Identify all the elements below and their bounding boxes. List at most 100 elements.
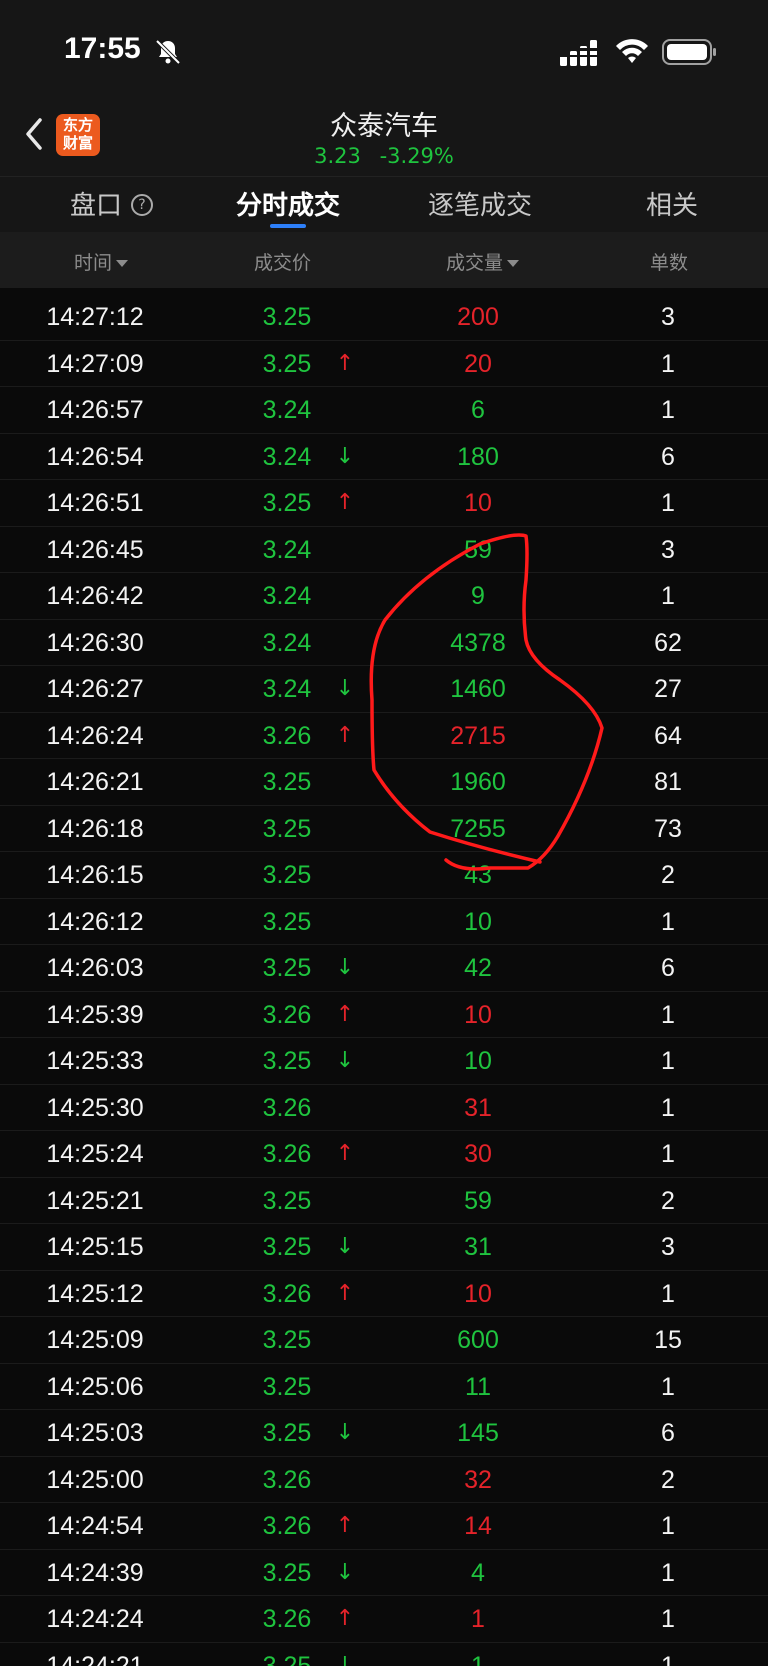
tab-time-sales[interactable]: 分时成交 — [236, 185, 340, 222]
trade-count: 1 — [661, 1000, 675, 1029]
trade-count: 2 — [661, 1465, 675, 1494]
trade-price: 3.26 — [262, 1140, 312, 1168]
trade-volume: 200 — [457, 303, 499, 331]
trade-row: 14:25:12 3.26 ↑ 10 1 — [0, 1271, 768, 1317]
trade-count: 1 — [661, 1047, 675, 1075]
trade-row: 14:25:15 3.25 ↓ 31 3 — [0, 1224, 768, 1271]
trade-row: 14:25:00 3.26 32 2 — [0, 1457, 768, 1503]
stock-header: 东方财富 众泰汽车 3.23 -3.29% — [0, 100, 768, 176]
column-header: 时间 成交价 成交量 单数 — [0, 232, 768, 288]
trade-volume: 31 — [464, 1233, 492, 1261]
trade-price: 3.25 — [262, 1651, 312, 1666]
trade-time: 14:26:42 — [46, 582, 144, 610]
up-arrow-icon: ↑ — [335, 350, 355, 376]
trade-list[interactable]: 14:27:12 3.25 200 3 14:27:09 3.25 ↑ 20 1 14:26:57… — [0, 294, 768, 1666]
trade-count: 1 — [661, 349, 675, 378]
battery-icon — [662, 39, 716, 65]
trade-row: 14:26:57 3.24 6 1 — [0, 387, 768, 434]
col-time-sort[interactable]: 时间 — [74, 248, 129, 275]
trade-row: 14:26:12 3.25 10 1 — [0, 899, 768, 945]
trade-price: 3.25 — [262, 1186, 312, 1215]
status-bar: 17:55 — [0, 0, 768, 100]
tab-related[interactable]: 相关 — [646, 185, 698, 222]
trade-count: 27 — [654, 675, 682, 703]
trade-row: 14:24:54 3.26 ↑ 14 1 — [0, 1503, 768, 1550]
trade-time: 14:25:12 — [46, 1279, 144, 1308]
trade-time: 14:25:15 — [46, 1233, 144, 1261]
trade-row: 14:27:09 3.25 ↑ 20 1 — [0, 341, 768, 387]
trade-time: 14:26:54 — [46, 442, 144, 471]
trade-price: 3.25 — [262, 349, 312, 378]
stock-price: 3.23 — [314, 144, 361, 168]
trade-volume: 10 — [464, 1279, 492, 1308]
trade-price: 3.26 — [262, 721, 312, 750]
trade-price: 3.24 — [262, 582, 312, 610]
trade-count: 64 — [654, 721, 682, 750]
trade-count: 1 — [661, 1605, 675, 1633]
trade-row: 14:26:03 3.25 ↓ 42 6 — [0, 945, 768, 992]
trade-price: 3.26 — [262, 1605, 312, 1633]
trade-time: 14:26:45 — [46, 535, 144, 564]
trade-price: 3.25 — [262, 489, 312, 517]
up-arrow-icon: ↑ — [335, 722, 355, 748]
trade-price: 3.26 — [262, 1512, 312, 1540]
tab-tick-trades[interactable]: 逐笔成交 — [428, 185, 532, 222]
trade-count: 6 — [661, 954, 675, 982]
trade-price: 3.25 — [262, 303, 312, 331]
down-arrow-icon: ↓ — [335, 443, 355, 469]
trade-row: 14:25:30 3.26 31 1 — [0, 1085, 768, 1131]
down-arrow-icon: ↓ — [335, 955, 355, 980]
trade-price: 3.24 — [262, 628, 312, 657]
trade-row: 14:24:39 3.25 ↓ 4 1 — [0, 1550, 768, 1596]
trade-time: 14:27:12 — [46, 303, 144, 331]
trade-row: 14:26:15 3.25 43 2 — [0, 852, 768, 899]
trade-count: 6 — [661, 1419, 675, 1447]
trade-count: 1 — [661, 1651, 675, 1666]
trade-time: 14:26:30 — [46, 628, 144, 657]
col-count-label: 单数 — [650, 252, 689, 274]
trade-time: 14:26:12 — [46, 907, 144, 936]
trade-price: 3.26 — [262, 1093, 312, 1122]
trade-count: 6 — [661, 442, 675, 471]
trade-price: 3.26 — [262, 1000, 312, 1029]
trade-row: 14:26:21 3.25 1960 81 — [0, 759, 768, 806]
tab-panel[interactable]: 盘口 — [70, 185, 122, 222]
trade-price: 3.25 — [262, 1047, 312, 1075]
trade-time: 14:26:24 — [46, 721, 144, 750]
trade-volume: 4378 — [450, 628, 506, 657]
trade-row: 14:26:27 3.24 ↓ 1460 27 — [0, 666, 768, 713]
trade-row: 14:24:24 3.26 ↑ 1 1 — [0, 1596, 768, 1643]
up-arrow-icon: ↑ — [335, 1141, 355, 1166]
trade-price: 3.26 — [262, 1465, 312, 1494]
trade-count: 3 — [661, 1233, 675, 1261]
trade-row: 14:25:06 3.25 11 1 — [0, 1364, 768, 1410]
trade-volume: 43 — [464, 861, 492, 889]
trade-volume: 7255 — [450, 814, 506, 843]
down-arrow-icon: ↓ — [335, 1234, 355, 1259]
trade-volume: 31 — [464, 1093, 492, 1122]
trade-price: 3.25 — [262, 954, 312, 982]
trade-volume: 6 — [471, 396, 485, 424]
trade-count: 15 — [654, 1326, 682, 1354]
cellular-signal-icon — [560, 40, 600, 66]
trade-time: 14:25:00 — [46, 1465, 144, 1494]
trade-time: 14:26:57 — [46, 396, 144, 424]
trade-price: 3.25 — [262, 814, 312, 843]
trade-row: 14:25:33 3.25 ↓ 10 1 — [0, 1038, 768, 1085]
trade-volume: 9 — [471, 582, 485, 610]
trade-volume: 10 — [464, 489, 492, 517]
trade-price: 3.24 — [262, 675, 312, 703]
info-icon[interactable]: ? — [131, 194, 153, 216]
trade-volume: 32 — [464, 1465, 492, 1494]
wifi-icon — [616, 39, 648, 63]
down-arrow-icon: ↓ — [335, 1420, 355, 1445]
trade-time: 14:26:18 — [46, 814, 144, 843]
trade-time: 14:26:15 — [46, 861, 144, 889]
trade-row: 14:26:18 3.25 7255 73 — [0, 806, 768, 852]
trade-volume: 1460 — [450, 675, 506, 703]
up-arrow-icon: ↑ — [335, 1606, 355, 1631]
trade-volume: 180 — [457, 442, 499, 471]
trade-count: 1 — [661, 1279, 675, 1308]
col-volume-sort[interactable]: 成交量 — [446, 248, 520, 275]
trade-time: 14:25:09 — [46, 1326, 144, 1354]
